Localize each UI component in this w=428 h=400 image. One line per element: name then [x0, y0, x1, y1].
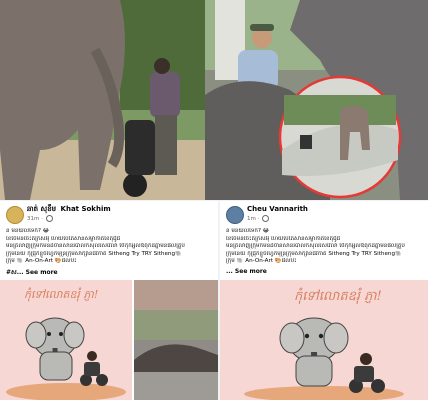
see-more-link[interactable]: #ស... See more	[6, 268, 58, 277]
photo-card[interactable]	[134, 280, 218, 400]
author-name[interactable]: Cheu Vannarith	[247, 205, 308, 213]
post-line: និ មិនយល់ទេក៏? 😂	[6, 228, 50, 234]
post-line: ក្រុម 🐘 An-On-Art 🎨ផលប៉ះ	[226, 258, 297, 265]
author-latin-name: Khat Sokhim	[60, 205, 111, 213]
post-right: Cheu Vannarith 1m · និ មិនយល់ទេក៏? 😂 ខែច…	[220, 201, 428, 400]
see-more-link[interactable]: ... See more	[226, 268, 267, 275]
avatar[interactable]	[226, 206, 244, 224]
author-native-name: ឆាត់ សុខឹម	[27, 205, 57, 213]
post-text: និ មិនយល់ទេក៏? 😂 ខែចៃមិនចេះគ័ក្រសអ៊ុំ ហើ…	[226, 228, 422, 266]
elephant-bathing-photo	[134, 280, 218, 400]
post-line: មិនត្រលាញ់ក្រុមកីមិនិដ៏ចានសានរបាលកសុលរសវ…	[226, 243, 405, 250]
collage-image	[0, 0, 428, 200]
post-time[interactable]: 31m ·	[27, 215, 53, 222]
globe-icon	[262, 215, 270, 222]
cartoon-card[interactable]: កុំទៅលោតឧរុំ ភ្ញា!	[220, 280, 428, 400]
globe-icon	[45, 215, 53, 222]
elephant-cartoon	[6, 317, 126, 400]
post-line: ខែចៃមិនចេះគ័ក្រសអ៊ុំ ហើយបើតែសានសម្លាកាតខ…	[6, 235, 121, 242]
post-text: និ មិនយល់ទេក៏? 😂 ខែចៃមិនចេះគ័ក្រសអ៊ុំ ហើ…	[6, 228, 212, 266]
post-line: មិនត្រលាញ់ក្រុមកីមិនិដ៏ចានសានរបាលកសុលរសវ…	[6, 243, 185, 250]
post-line: ក្រុមនេយ កុំជ្រុកខ្លួចហ្វេកមុន្រក្រុមសាក…	[6, 250, 182, 257]
cartoon-card[interactable]: កុំទៅលោតឧរុំ ភ្ញា!	[0, 280, 132, 400]
post-time[interactable]: 1m ·	[247, 215, 270, 222]
post-line: ខែចៃមិនចេះគ័ក្រសអ៊ុំ ហើយបើតែសានសម្លាកាតខ…	[226, 235, 341, 242]
post-line: ក្រុម 🐘 An-On-Art 🎨ផលប៉ះ	[6, 258, 77, 265]
post-header: ឆាត់ សុខឹម Khat Sokhim 31m ·	[6, 205, 214, 225]
author-name[interactable]: ឆាត់ សុខឹម Khat Sokhim	[27, 205, 111, 215]
post-left: ឆាត់ សុខឹម Khat Sokhim 31m · និ មិនយល់ទេ…	[0, 201, 218, 400]
post-line: និ មិនយល់ទេក៏? 😂	[226, 228, 270, 234]
post-line: ក្រុមនេយ កុំជ្រុកខ្លួចហ្វេកមុន្រក្រុមសាក…	[226, 250, 402, 257]
post-time-text: 1m	[247, 216, 256, 222]
post-time-text: 31m	[27, 216, 40, 222]
avatar[interactable]	[6, 206, 24, 224]
photo-collage	[0, 0, 428, 200]
elephant-cartoon	[244, 317, 404, 400]
post-header: Cheu Vannarith 1m ·	[226, 205, 424, 225]
